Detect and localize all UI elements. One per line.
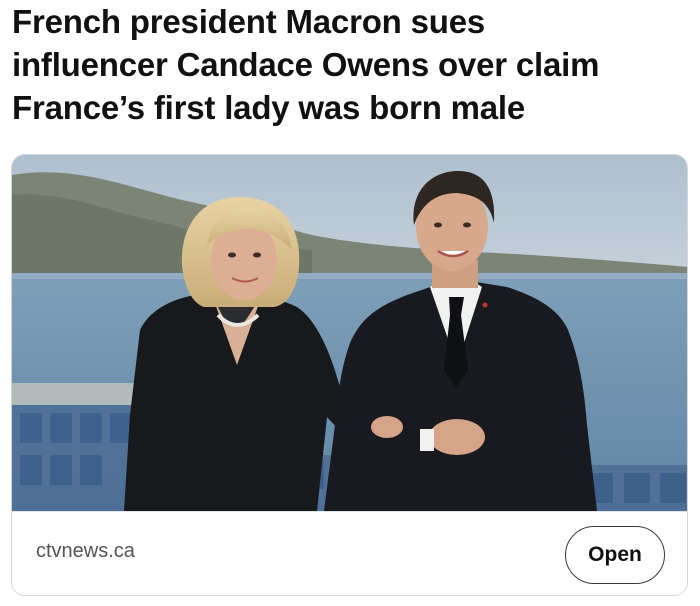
article-headline: French president Macron sues influencer … — [12, 0, 688, 129]
open-button[interactable]: Open — [565, 526, 665, 584]
headline-line-3: France’s first lady was born male — [12, 89, 526, 126]
link-preview-footer: ctvnews.ca Open — [12, 511, 687, 595]
news-photo[interactable] — [12, 155, 687, 511]
headline-line-1: French president Macron sues — [12, 3, 486, 40]
link-preview-card[interactable]: ctvnews.ca Open — [11, 154, 688, 596]
headline-line-2: influencer Candace Owens over claim — [12, 46, 600, 83]
news-photo-illustration — [12, 155, 687, 511]
source-domain[interactable]: ctvnews.ca — [36, 540, 135, 563]
